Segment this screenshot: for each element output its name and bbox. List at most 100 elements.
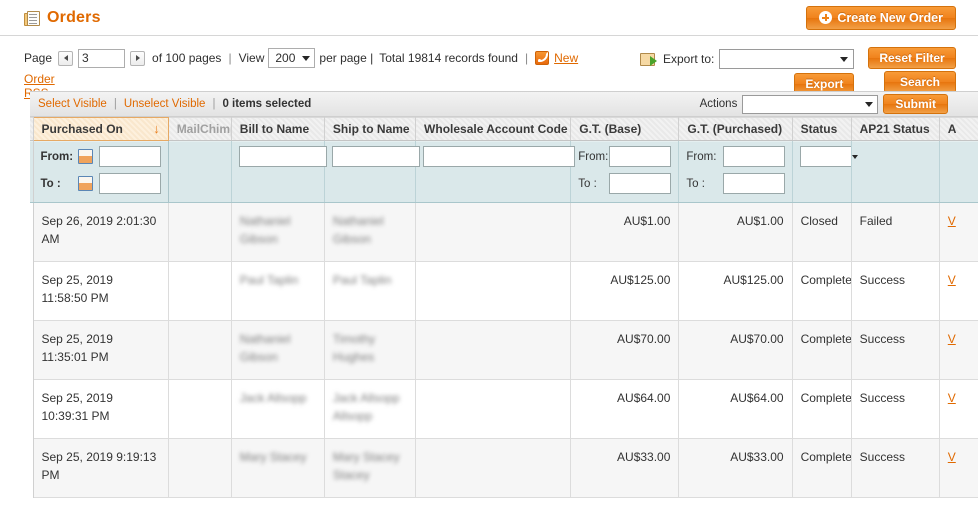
cell-action[interactable]: V [939,438,978,498]
cell-ship-to-name: Nathaniel Gibson [324,202,417,262]
cell-ap21-status-text: Failed [859,214,893,228]
cell-mailchimp [168,261,232,321]
view-order-link[interactable]: V [948,332,956,346]
massaction-actions: Actions Submit [700,94,978,114]
cell-status: Complete [792,320,852,380]
table-row[interactable]: Sep 25, 2019 10:39:31 PM Jack Allsopp Jack… [30,379,978,439]
cell-gt-purchased-text: AU$125.00 [723,273,784,287]
cell-ship-to-name: Timothy Hughes [324,320,417,380]
cell-bill-to-name: Nathaniel Gibson [231,320,325,380]
cell-action[interactable]: V [939,320,978,380]
reset-filter-button[interactable]: Reset Filter [868,47,956,69]
cell-gt-base-text: AU$64.00 [617,391,671,405]
filter-ship-to-name-input[interactable] [331,146,420,167]
rss-new-link[interactable]: New [554,51,578,65]
export-format-select[interactable] [719,49,855,69]
column-header-bill-to-name[interactable]: Bill to Name [231,117,325,141]
filter-date-to-input[interactable] [98,173,161,194]
cell-purchased-on: Sep 25, 2019 11:58:50 PM [33,261,169,321]
cell-mailchimp [168,379,232,439]
cell-purchased-on: Sep 25, 2019 9:19:13 PM [33,438,169,498]
cell-status: Complete [792,438,852,498]
column-header-gt-base[interactable]: G.T. (Base) [570,117,680,141]
table-row[interactable]: Sep 25, 2019 11:35:01 PM Nathaniel Gibson… [30,320,978,380]
filter-gt-purchased-from-input[interactable] [722,146,785,167]
page-input[interactable] [78,48,126,68]
cell-ship-to-name: Mary Stacey Stacey [324,438,417,498]
column-header-action[interactable]: A [939,117,978,141]
export-to-label: Export to: [663,52,715,66]
date-to-label: To : [40,177,61,190]
cell-gt-base-text: AU$125.00 [610,273,671,287]
search-button[interactable]: Search [884,71,956,93]
submit-button[interactable]: Submit [883,94,948,114]
column-header-ship-to-name[interactable]: Ship to Name [324,117,417,141]
column-header-gt-purchased[interactable]: G.T. (Purchased) [678,117,793,141]
table-row[interactable]: Sep 25, 2019 9:19:13 PM Mary Stacey Mary S… [30,438,978,498]
pager-separator-1: | [228,51,232,65]
calendar-icon[interactable] [77,149,93,164]
create-new-order-button[interactable]: Create New Order [806,5,956,30]
cell-bill-to-name: Jack Allsopp [231,379,325,439]
page-label: Page [24,51,53,65]
actions-select[interactable] [742,94,879,114]
calendar-icon[interactable] [77,176,93,191]
prev-page-icon[interactable] [58,50,74,66]
view-order-link[interactable]: V [948,214,956,228]
filter-gt-purchased-to-input[interactable] [722,173,785,194]
chevron-down-icon [302,55,311,61]
filter-gt-base-from-input[interactable] [609,146,672,167]
cell-ap21-status-text: Success [859,450,905,464]
massaction-divider-1: | [113,98,117,110]
chevron-down-icon [840,56,849,62]
cell-status-text: Closed [800,214,838,228]
column-header-ap21-status[interactable]: AP21 Status [851,117,940,141]
items-selected-count: 0 items selected [222,98,312,110]
cell-action[interactable]: V [939,202,978,262]
filter-date-from-input[interactable] [98,146,161,167]
cell-action[interactable]: V [939,379,978,439]
export-icon [640,51,657,66]
cell-gt-base-text: AU$33.00 [617,450,671,464]
column-header-mailchimp[interactable]: MailChimp [168,117,232,141]
filter-ap21-status [851,140,940,203]
view-order-link[interactable]: V [948,273,956,287]
unselect-visible-link[interactable]: Unselect Visible [124,98,206,110]
next-page-icon[interactable] [130,50,146,66]
cell-gt-purchased-text: AU$33.00 [730,450,784,464]
content-header: Orders Create New Order [0,0,978,36]
filter-wholesale-account-code-input[interactable] [423,146,576,167]
filter-gt-base-to-input[interactable] [609,173,672,194]
cell-action[interactable]: V [939,261,978,321]
cell-mailchimp [168,320,232,380]
select-visible-link[interactable]: Select Visible [38,98,107,110]
cell-purchased-on: Sep 25, 2019 10:39:31 PM [33,379,169,439]
column-header-purchased-on[interactable]: ↓ Purchased On [32,117,169,141]
column-header-label: Wholesale Account Code [424,122,568,136]
cell-ship-to-name: Jack Allsopp Allsopp [324,379,417,439]
redacted-name: Nathaniel Gibson [239,214,291,246]
per-page-select[interactable]: 200 [268,48,316,68]
table-row[interactable]: Sep 25, 2019 11:58:50 PM Paul Taplin Paul … [30,261,978,321]
table-row[interactable]: Sep 26, 2019 2:01:30 AM Nathaniel Gibson N… [30,202,978,262]
cell-wholesale-account-code [415,438,572,498]
gt-base-from-label: From: [578,150,609,163]
column-header-wholesale-account-code[interactable]: Wholesale Account Code [415,117,572,141]
chevron-down-icon [865,101,874,107]
column-header-status[interactable]: Status [792,117,852,141]
view-order-link[interactable]: V [948,391,956,405]
actions-label: Actions [699,98,738,110]
cell-gt-base-text: AU$70.00 [617,332,671,346]
export-button-label: Export [805,77,844,91]
grid-filter-row: From: To : From: To: From: To: [30,140,978,203]
cell-purchased-on: Sep 26, 2019 2:01:30 AM [33,202,169,262]
cell-ap21-status: Success [851,379,940,439]
cell-mailchimp [168,202,232,262]
cell-purchased-on-text: Sep 25, 2019 9:19:13 PM [41,450,157,482]
filter-bill-to-name-input[interactable] [238,146,327,167]
cell-wholesale-account-code [415,261,572,321]
column-header-label: MailChimp [176,122,231,136]
cell-ap21-status: Failed [851,202,940,262]
redacted-name: Mary Stacey [239,450,307,464]
view-order-link[interactable]: V [948,450,956,464]
